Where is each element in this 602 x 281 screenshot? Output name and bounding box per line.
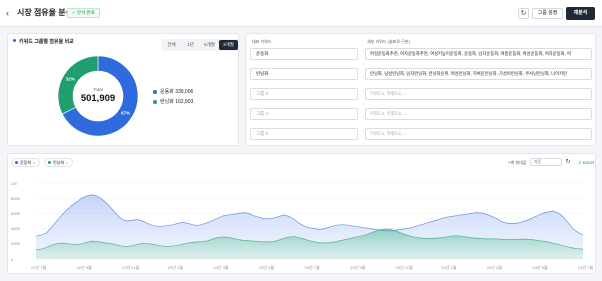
legend-label: 런닝화 162,903 [160,99,193,105]
x-tick-label: 23년 9월 [350,265,366,270]
x-tick-label: 22년 9월 [76,265,92,270]
y-tick-label: 1M [11,180,17,186]
donut-total-value: 501,909 [81,93,115,104]
legend-name: 런닝화 [160,99,174,105]
donut-percent-label: 67% [121,111,130,116]
keyword-group-row: 그룹 3 키워드1, 키워드2, ... [250,88,592,100]
y-tick-label: 0 [11,256,14,262]
sub-keyword-input[interactable]: 키워드1, 키워드2, ... [365,108,592,120]
x-tick-label: 22년 11월 [122,265,140,270]
legend-value: 339,006 [175,89,194,95]
period-tab[interactable]: 1년 [181,40,200,50]
rep-keyword-input[interactable]: 런닝화 [250,68,358,80]
x-tick-label: 23년 7월 [304,265,320,270]
x-tick-label: 24년 3월 [486,265,502,270]
legend-value: 162,903 [175,99,194,105]
keyword-group-row: 그룹 4 키워드1, 키워드2, ... [250,108,592,120]
refresh-icon: ↻ [520,10,527,17]
share-comparison-card: 키워드 그룹별 점유율 비교 전체 1년 6개월 3개월 Total 501,909 … [7,33,239,146]
x-tick-label: 24년 1월 [441,265,457,270]
y-tick-label: 600K [11,210,21,216]
legend-dot-icon [153,90,157,94]
donut-chart: Total 501,909 67% 32% [57,55,139,137]
title-bullet-icon [13,39,16,43]
sub-keyword-header: 세부 키워드 (쉼표로 구분) [367,39,410,44]
y-tick-label: 800K [11,195,21,201]
period-tab[interactable]: 전체 [162,40,181,50]
rep-keyword-input[interactable]: 운동화 [250,48,358,60]
rep-keyword-input[interactable]: 그룹 3 [250,88,358,100]
back-icon[interactable]: ‹ [6,8,9,18]
x-tick-label: 23년 11월 [395,265,413,270]
x-tick-label: 23년 3월 [213,265,229,270]
keyword-group-row: 런닝화 런닝화, 남성런닝화, 남자런닝화, 런닝화순위, 여성런닝화, 가벼운런… [250,68,592,80]
rep-keyword-input[interactable]: 그룹 4 [250,108,358,120]
reanalyze-button[interactable]: 재분석 [566,7,595,20]
x-tick-label: 23년 1월 [167,265,183,270]
donut-total-label: Total [93,87,103,92]
trend-chart-card: 운동화 × 런닝화 × Y축 최대값 자동 ↻ ⇩ Excel 1M 800K 600K 4… [7,153,596,274]
legend-label: 운동화 339,006 [160,89,193,95]
period-tab[interactable]: 6개월 [200,40,219,50]
period-tabs: 전체 1년 6개월 3개월 [161,39,239,51]
sub-keyword-input[interactable]: 런닝화, 남성런닝화, 남자런닝화, 런닝화순위, 여성런닝화, 가벼운런닝화,… [365,68,592,80]
x-tick-label: 22년 7월 [31,265,47,270]
rep-keyword-input[interactable]: 그룹 5 [250,128,358,140]
keyword-group-card: 대표 키워드 세부 키워드 (쉼표로 구분) 운동화 여성운동화추천, 여자운동화… [245,33,596,146]
legend-dot-icon [153,100,157,104]
sub-keyword-input[interactable]: 여성운동화추천, 여자운동화추천, 여성키높이운동화, 운동화, 남자운동화, … [365,48,592,60]
trend-area-chart [35,182,584,260]
refresh-button[interactable]: ↻ [518,8,529,19]
keyword-group-row: 그룹 5 키워드1, 키워드2, ... [250,128,592,140]
status-badge: ✓ 분석 완료 [67,8,100,18]
keyword-group-row: 운동화 여성운동화추천, 여자운동화추천, 여성키높이운동화, 운동화, 남자운동… [250,48,592,60]
share-card-title-text: 키워드 그룹별 점유율 비교 [19,39,74,45]
page-title: 시장 점유율 분석 [17,8,73,17]
share-card-title: 키워드 그룹별 점유율 비교 [13,39,74,46]
x-tick-label: 24년 5월 [532,265,548,270]
sub-keyword-input[interactable]: 키워드1, 키워드2, ... [365,128,592,140]
donut-slice-1 [57,55,99,115]
x-tick-label: 23년 5월 [258,265,275,270]
y-tick-label: 200K [11,241,21,247]
legend-name: 운동화 [160,89,174,95]
donut-percent-label: 32% [66,76,75,81]
x-tick-label: 24년 7월 [578,265,594,270]
y-tick-label: 400K [11,226,21,232]
rep-keyword-header: 대표 키워드 [252,39,272,44]
page-header: ‹ 시장 점유율 분석 ✓ 분석 완료 ↻ 그룹 설정 재분석 [0,0,602,27]
sub-keyword-input[interactable]: 키워드1, 키워드2, ... [365,88,592,100]
group-settings-button[interactable]: 그룹 설정 [532,8,563,19]
period-tab[interactable]: 3개월 [219,40,238,50]
